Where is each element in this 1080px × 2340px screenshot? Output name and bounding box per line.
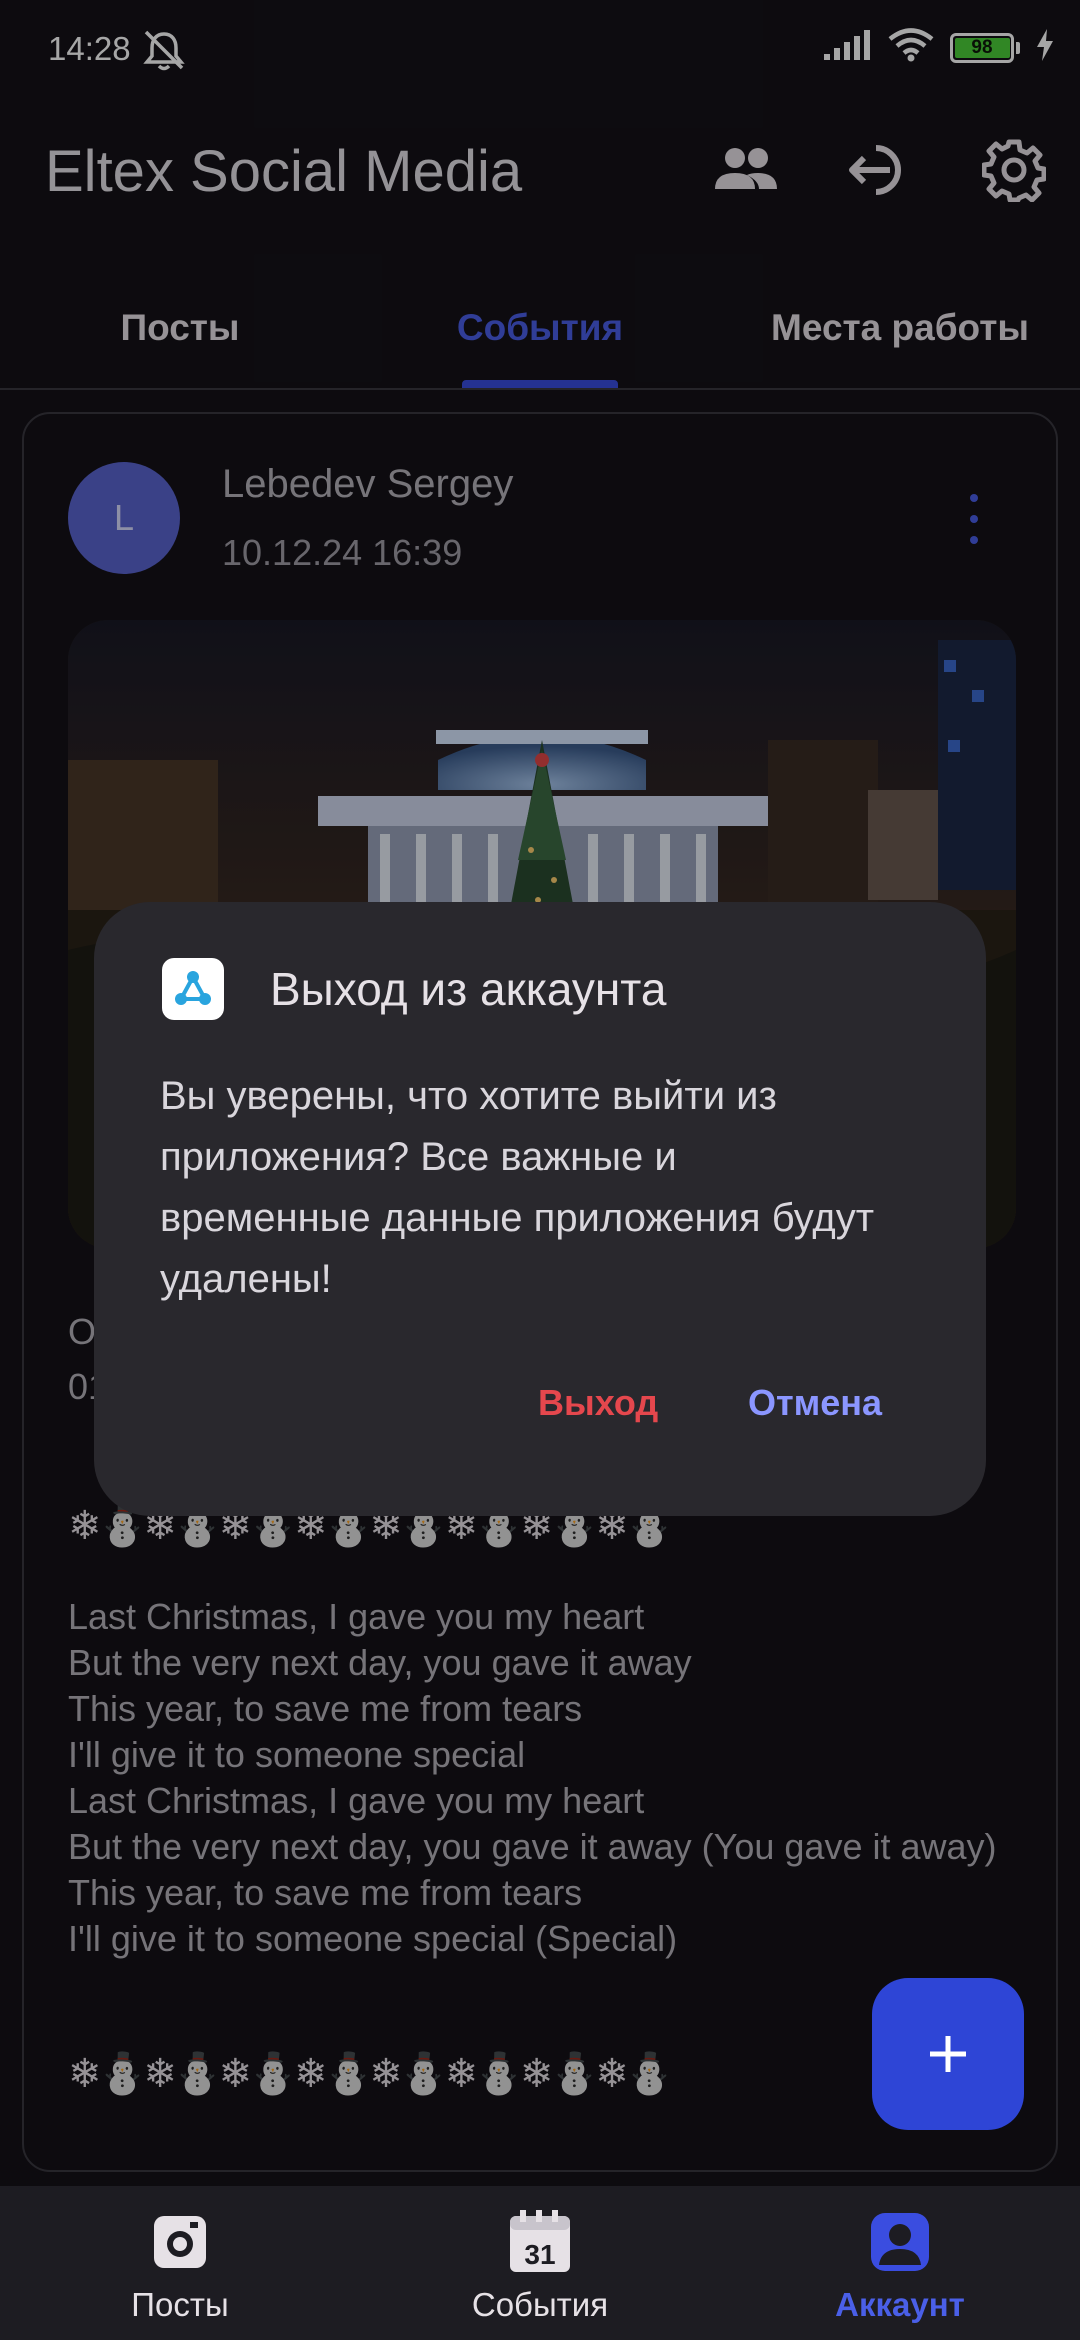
cancel-button[interactable]: Отмена: [748, 1382, 882, 1424]
logout-dialog: Выход из аккаунта Вы уверены, что хотите…: [94, 902, 986, 1516]
nav-posts[interactable]: Посты: [0, 2186, 360, 2340]
bottom-nav: Посты 31 События Аккаунт: [0, 2186, 1080, 2340]
dialog-title: Выход из аккаунта: [270, 963, 667, 1015]
dialog-message: Вы уверены, что хотите выйти из приложен…: [160, 1074, 875, 1301]
app-logo-icon: [162, 958, 224, 1020]
calendar-icon: 31: [506, 2210, 574, 2274]
account-icon: [869, 2210, 931, 2274]
nav-account-label: Аккаунт: [835, 2286, 965, 2323]
camera-icon: [150, 2210, 210, 2274]
nav-events[interactable]: 31 События: [360, 2186, 720, 2340]
calendar-day: 31: [524, 2239, 555, 2270]
exit-button[interactable]: Выход: [538, 1382, 658, 1424]
add-event-button[interactable]: [872, 1978, 1024, 2130]
nav-posts-label: Посты: [131, 2286, 229, 2323]
nav-account[interactable]: Аккаунт: [720, 2186, 1080, 2340]
nav-events-label: События: [471, 2286, 609, 2323]
plus-icon: [930, 2036, 966, 2072]
